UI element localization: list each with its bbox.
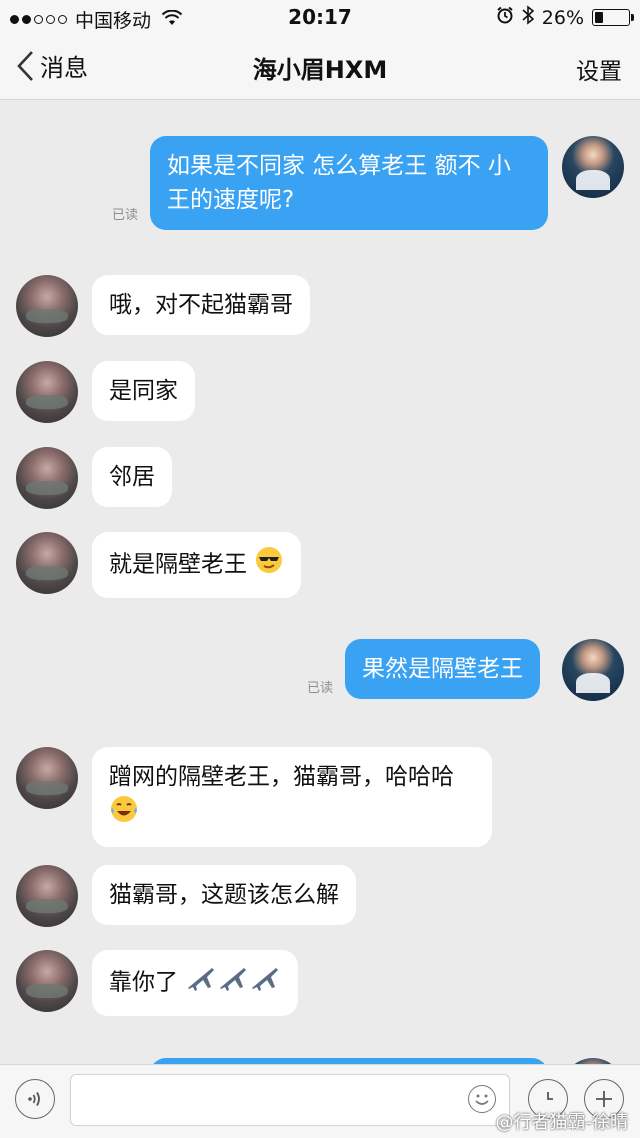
input-bar: @行者猫霸-徐晴 [0,1064,640,1138]
smiley-icon [475,1094,489,1105]
message-bubble-received[interactable]: 是同家 [92,361,195,421]
settings-button[interactable]: 设置 [576,52,622,86]
message-bubble-received[interactable]: 靠你了 [92,950,299,1016]
chat-title: 海小眉HXM [252,56,388,84]
voice-button[interactable] [15,1079,55,1119]
emoji-button[interactable] [468,1085,496,1113]
battery-percent: 26% [541,6,584,29]
chevron-left-icon [17,50,33,81]
clock-icon [547,1092,553,1100]
read-status: 已读 [112,208,139,223]
chat-area[interactable]: 已读 如果是不同家 怎么算老王 额不 小王的速度呢? 哦，对不起猫霸哥 是同家 … [0,101,640,1064]
status-bar: 中国移动 20:17 26% [0,0,640,34]
message-bubble-sent[interactable]: 如果是不同家 怎么算老王 额不 小王的速度呢? [150,136,548,230]
watermark: @行者猫霸-徐晴 [495,1112,629,1133]
cool-face-emoji-icon [254,545,284,585]
message-bubble-received[interactable]: 哦，对不起猫霸哥 [92,275,310,335]
back-button[interactable]: 消息 [16,48,88,83]
message-bubble-sent[interactable]: 果然是隔壁老王 [345,639,540,699]
contact-avatar[interactable] [16,865,78,927]
battery-icon [592,9,634,26]
message-input[interactable] [70,1074,510,1126]
nav-bar: 消息 海小眉HXM 设置 [0,34,640,100]
back-label: 消息 [40,54,88,82]
contact-avatar[interactable] [16,532,78,594]
contact-avatar[interactable] [16,950,78,1012]
plus-icon [596,1091,612,1107]
message-bubble-received[interactable]: 猫霸哥，这题该怎么解 [92,865,356,925]
laughing-tears-emoji-icon [109,794,139,834]
message-bubble-received[interactable]: 就是隔壁老王 [92,532,302,598]
contact-avatar[interactable] [16,747,78,809]
message-bubble-received[interactable]: 蹭网的隔壁老王，猫霸哥，哈哈哈 [92,747,492,847]
self-avatar[interactable] [562,639,624,701]
message-text: 靠你了 [109,969,178,996]
contact-avatar[interactable] [16,275,78,337]
message-bubble-received[interactable]: 邻居 [92,447,172,507]
self-avatar[interactable] [562,136,624,198]
read-status: 已读 [307,681,334,696]
contact-avatar[interactable] [16,447,78,509]
airplane-emoji-icon [185,963,281,1003]
voice-icon [28,1092,40,1106]
alarm-icon [496,6,514,29]
message-text: 蹭网的隔壁老王，猫霸哥，哈哈哈 [109,764,454,790]
bluetooth-icon [522,5,535,30]
battery-fill [595,12,603,23]
contact-avatar[interactable] [16,361,78,423]
message-text: 就是隔壁老王 [109,551,247,578]
